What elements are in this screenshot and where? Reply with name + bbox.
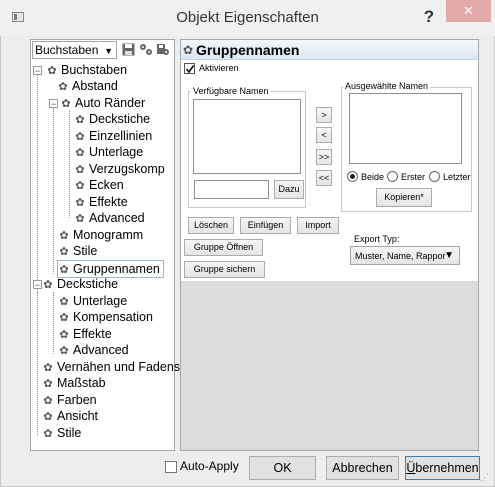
tree-line: [53, 108, 54, 274]
gear-icon: ✿: [43, 428, 53, 440]
radio-erster[interactable]: [387, 171, 398, 182]
tree-item-unterlage[interactable]: ✿ Unterlage: [74, 144, 143, 160]
tree-item-stile-2[interactable]: ✿ Stile: [42, 425, 81, 441]
loeschen-button[interactable]: Löschen: [188, 217, 234, 234]
tree-item-effekte[interactable]: ✿ Effekte: [74, 194, 127, 210]
gear-icon: ✿: [43, 362, 53, 374]
gear-icon: ✿: [75, 114, 85, 126]
auto-apply-label: Auto-Apply: [180, 459, 239, 473]
tree-item-vernaehen[interactable]: ✿ Vernähen und Fadens: [42, 359, 180, 375]
gear-icon: ✿: [61, 98, 71, 110]
gruppe-sichern-button[interactable]: Gruppe sichern: [184, 261, 265, 278]
tree-item-effekte-2[interactable]: ✿ Effekte: [58, 326, 111, 342]
tree-filter-dropdown[interactable]: Buchstaben ▼: [32, 41, 117, 59]
gear-icon: ✿: [59, 345, 69, 357]
dazu-button[interactable]: Dazu: [274, 180, 304, 199]
tree-collapse-toggle[interactable]: −: [49, 99, 58, 109]
tree-collapse-toggle[interactable]: −: [33, 280, 42, 290]
add-selected-button[interactable]: >: [316, 107, 332, 123]
chevron-down-icon: ▼: [104, 46, 113, 56]
selected-names-label: Ausgewählte Namen: [343, 81, 431, 91]
resize-grip-icon[interactable]: ⋰: [480, 472, 492, 484]
gear-icon: ✿: [59, 246, 69, 258]
tree-line: [37, 71, 38, 292]
gears-icon[interactable]: [139, 43, 153, 57]
tree-line: [69, 110, 70, 218]
einfuegen-button[interactable]: Einfügen: [240, 217, 291, 234]
tree-item-advanced-2[interactable]: ✿ Advanced: [58, 342, 128, 358]
tree-item-ecken[interactable]: ✿ Ecken: [74, 177, 123, 193]
save-icon[interactable]: [122, 43, 136, 57]
gruppe-oeffnen-button[interactable]: Gruppe Öffnen: [184, 239, 263, 256]
gear-icon: ✿: [59, 230, 69, 242]
radio-beide-label: Beide: [361, 172, 385, 182]
tree-item-einzellinien[interactable]: ✿ Einzellinien: [74, 128, 152, 144]
cancel-button[interactable]: Abbrechen: [326, 456, 399, 480]
ok-button[interactable]: OK: [249, 456, 316, 480]
gear-icon: ✿: [58, 81, 68, 93]
close-button[interactable]: ✕: [446, 0, 491, 22]
radio-letzter-label: Letzter: [443, 172, 471, 182]
tree-line: [53, 292, 54, 354]
gear-icon: ✿: [47, 65, 57, 77]
export-type-value: Muster, Name, Rappor: [355, 251, 446, 261]
available-names-label: Verfügbare Namen: [191, 86, 271, 96]
tree-item-deckstiche[interactable]: ✿ Deckstiche: [74, 111, 150, 127]
gear-icon: ✿: [75, 180, 85, 192]
tree-filter-value: Buchstaben: [35, 43, 99, 57]
gear-icon: ✿: [43, 395, 53, 407]
help-button[interactable]: ?: [418, 4, 440, 30]
remove-all-button[interactable]: <<: [316, 170, 332, 186]
tree-item-farben[interactable]: ✿ Farben: [42, 392, 96, 408]
kopieren-button[interactable]: Kopieren*: [376, 188, 432, 207]
gear-icon: ✿: [43, 378, 53, 390]
tree-item-buchstaben[interactable]: ✿ Buchstaben: [46, 62, 127, 78]
gear-icon: ✿: [43, 279, 53, 291]
tree-line: [37, 292, 38, 436]
export-type-label: Export Typ:: [354, 234, 400, 244]
tree-item-ansicht[interactable]: ✿ Ansicht: [42, 408, 98, 424]
selected-names-list[interactable]: [349, 93, 462, 164]
auto-apply-checkbox[interactable]: [165, 461, 177, 473]
tree-item-deckstiche-root[interactable]: ✿ Deckstiche: [42, 276, 118, 292]
name-input[interactable]: [194, 180, 269, 199]
gear-icon: ✿: [75, 197, 85, 209]
add-all-button[interactable]: >>: [316, 149, 332, 165]
tree-item-stile[interactable]: ✿ Stile: [58, 243, 97, 259]
gear-icon: ✿: [75, 147, 85, 159]
import-button[interactable]: Import: [297, 217, 339, 234]
tree-item-monogramm[interactable]: ✿ Monogramm: [58, 227, 143, 243]
tree-collapse-toggle[interactable]: −: [33, 66, 42, 76]
apply-button[interactable]: Übernehmen: [405, 456, 480, 480]
tree-item-verzugskomp[interactable]: ✿ Verzugskomp: [74, 161, 164, 177]
chevron-down-icon: ▼: [444, 250, 454, 261]
tree-item-auto-raender[interactable]: ✿ Auto Ränder: [60, 95, 145, 111]
radio-beide[interactable]: [347, 171, 358, 182]
gear-icon: ✿: [43, 411, 53, 423]
apply-label: bernehmen: [415, 461, 479, 475]
tree-item-unterlage-2[interactable]: ✿ Unterlage: [58, 293, 127, 309]
gear-icon: ✿: [59, 296, 69, 308]
tree-item-kompensation[interactable]: ✿ Kompensation: [58, 309, 153, 325]
export-type-select[interactable]: Muster, Name, Rappor ▼: [350, 246, 460, 265]
tree-item-abstand[interactable]: ✿ Abstand: [57, 78, 117, 94]
remove-selected-button[interactable]: <: [316, 127, 332, 143]
gear-icon: ✿: [183, 43, 194, 57]
gear-icon: ✿: [75, 131, 85, 143]
tree-item-advanced[interactable]: ✿ Advanced: [74, 210, 144, 226]
gear-icon: ✿: [75, 213, 85, 225]
available-names-list[interactable]: [193, 99, 301, 174]
activate-checkbox[interactable]: [184, 63, 195, 74]
gear-icon: ✿: [59, 329, 69, 341]
activate-label: Aktivieren: [199, 63, 239, 73]
tree-item-massstab[interactable]: ✿ Maßstab: [42, 375, 105, 391]
gear-icon: ✿: [75, 164, 85, 176]
gear-icon: ✿: [59, 312, 69, 324]
settings-save-icon[interactable]: [156, 43, 170, 57]
radio-letzter[interactable]: [429, 171, 440, 182]
radio-erster-label: Erster: [401, 172, 426, 182]
panel-title: Gruppennamen: [196, 42, 300, 58]
